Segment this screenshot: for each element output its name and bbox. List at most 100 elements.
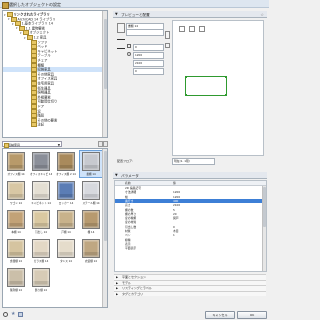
object-thumbnail: [82, 239, 100, 258]
preview-header-title: プレビューと配置: [121, 12, 150, 17]
star-icon[interactable]: ☆: [260, 12, 264, 17]
parameter-name: 平面表示: [125, 246, 137, 251]
gallery-item[interactable]: 陳列棚 14: [5, 267, 27, 293]
link-toggle-icon[interactable]: [165, 31, 170, 39]
app-icon: [2, 1, 9, 9]
list-view-icon[interactable]: [103, 140, 108, 147]
gallery-item-label: オフィス棚 14: [7, 172, 25, 176]
gallery-item-label: 本棚 14: [11, 230, 21, 234]
gallery-item[interactable]: 引出し 14: [30, 209, 52, 235]
rotation-icon: [127, 52, 131, 56]
gallery-item-label: オフィス棚 2 14: [56, 172, 76, 176]
gallery-item-label: ガラス棚 14: [33, 259, 49, 263]
col-value-header: 値: [173, 181, 176, 185]
preview-mode-icon[interactable]: [179, 26, 185, 32]
gallery-item-label: スチール棚 14: [82, 201, 100, 205]
gallery-item-label: タンス 14: [60, 259, 72, 263]
cancel-button[interactable]: キャンセル: [205, 311, 235, 319]
window-title: 選択したオブジェクトの設定: [9, 1, 61, 7]
tree-scroll-thumb[interactable]: [103, 19, 107, 89]
gallery-item[interactable]: 飾り棚 14: [30, 267, 52, 293]
object-thumbnail: [57, 152, 75, 171]
plan-mode-icon[interactable]: [189, 26, 195, 32]
library-tree-panel[interactable]: ▾ リンクされたライブラリ ▾ ArchiCAD 14 ライブラリ ▾ 1.基本ライブラリ…: [2, 10, 108, 138]
gallery-item[interactable]: オフィス棚 14: [5, 151, 27, 177]
col-name-header: 名前: [125, 181, 131, 185]
preview-options-row: [179, 26, 239, 32]
gallery-item[interactable]: ロッカー 14: [55, 180, 77, 206]
gallery-item-label: 書棚 14: [86, 172, 96, 176]
gallery-item-label: 戸棚 14: [61, 230, 71, 234]
parameter-rows[interactable]: 2D 編集記号 寸法詳細 1200 幅 1200 奥行き 400 高さ 2100 棚の数 5 棚の厚さ…: [115, 186, 262, 271]
object-thumbnail: [32, 210, 50, 229]
object-thumbnail: [32, 268, 50, 287]
preview-area: 書棚 14 0 1200 2100 0 配置フロア: 現在(1. 1階): [114, 19, 267, 169]
object-thumbnail: [7, 210, 25, 229]
object-thumbnail: [57, 210, 75, 229]
parameters-section-header[interactable]: ▼ パラメータ: [113, 172, 267, 179]
magnifier-icon[interactable]: [3, 311, 8, 317]
gallery-item[interactable]: ワゴン 14: [5, 180, 27, 206]
gallery-grid[interactable]: オフィス棚 14 オフィスキャビ 14 オフィス棚 2 14 書棚 14 ワゴン 14 キ…: [3, 149, 102, 307]
tree-item[interactable]: 注記: [3, 122, 102, 128]
collapsed-section[interactable]: ▶ タグとカテゴリ: [114, 290, 266, 296]
mirror-toggle-icon[interactable]: [165, 43, 170, 48]
anchor-icon[interactable]: [117, 36, 125, 42]
object-preview-icon: [117, 23, 125, 33]
flip-icon[interactable]: [117, 43, 125, 49]
params-scrollbar[interactable]: [261, 186, 266, 271]
3d-mode-icon[interactable]: [199, 26, 205, 32]
ok-button[interactable]: OK: [237, 311, 267, 319]
gallery-scrollbar[interactable]: [102, 149, 107, 307]
gallery-item-label: ワゴン 14: [10, 201, 22, 205]
floor-select[interactable]: 現在(1. 1階): [172, 158, 215, 165]
gallery-item[interactable]: 棚 14: [80, 209, 102, 235]
parameters-header-title: パラメータ: [121, 173, 139, 178]
gallery-item[interactable]: タンス 14: [55, 238, 77, 264]
object-gallery[interactable]: オフィス棚 14 オフィスキャビ 14 オフィス棚 2 14 書棚 14 ワゴン 14 キ…: [2, 148, 108, 308]
folder-select[interactable]: 収納家具 ▼: [2, 140, 62, 148]
manager-icon[interactable]: [18, 311, 23, 317]
plan-preview-canvas: [172, 20, 264, 156]
bottom-left-tools: ★: [3, 311, 33, 318]
parameter-row[interactable]: 平面表示: [115, 246, 262, 250]
object-thumbnail: [7, 152, 25, 171]
gallery-item-label: 引出し 14: [35, 230, 47, 234]
gallery-item[interactable]: 本棚 14: [5, 209, 27, 235]
folder-icon: [3, 143, 9, 148]
value-field-2-text: 1200: [135, 53, 143, 57]
gallery-item[interactable]: 戸棚 14: [55, 209, 77, 235]
value-field-3-text: 2100: [135, 61, 143, 65]
gallery-item[interactable]: オフィス棚 2 14: [55, 151, 77, 177]
tree-item-label: 注記: [37, 122, 45, 127]
params-scroll-thumb[interactable]: [263, 187, 266, 227]
gallery-item[interactable]: ガラス棚 14: [30, 238, 52, 264]
value-field-4-text: 0: [135, 69, 137, 73]
gallery-item-label: 食器棚 14: [10, 259, 22, 263]
value-field-3[interactable]: 2100: [133, 60, 164, 67]
gallery-item[interactable]: 書棚 14: [79, 150, 102, 178]
gallery-item-label: 棚 14: [87, 230, 95, 234]
gallery-item[interactable]: オフィスキャビ 14: [30, 151, 52, 177]
floor-label: 配置フロア:: [117, 159, 134, 163]
object-thumbnail: [82, 181, 100, 200]
gallery-scroll-thumb[interactable]: [103, 151, 107, 241]
object-thumbnail: [7, 239, 25, 258]
gallery-item[interactable]: スチール棚 14: [80, 180, 102, 206]
value-field-2[interactable]: 1200: [133, 52, 164, 59]
parameters-table[interactable]: 名前 値 2D 編集記号 寸法詳細 1200 幅 1200 奥行き 400 高さ 2100 棚の数…: [114, 180, 267, 272]
preview-section-header[interactable]: ▼ プレビューと配置 ☆: [113, 11, 267, 18]
value-field-1[interactable]: 0: [133, 44, 164, 51]
value-field-4[interactable]: 0: [133, 68, 164, 75]
gallery-item[interactable]: 食器棚 14: [5, 238, 27, 264]
gallery-item[interactable]: キャビネット 14: [30, 180, 52, 206]
gallery-item[interactable]: 衣装棚 14: [80, 238, 102, 264]
favorites-icon[interactable]: ★: [11, 311, 15, 317]
library-tree[interactable]: ▾ リンクされたライブラリ ▾ ArchiCAD 14 ライブラリ ▾ 1.基本ライブラリ…: [3, 12, 102, 137]
tree-scrollbar[interactable]: [102, 11, 107, 137]
parameters-header-row: 名前 値: [115, 181, 266, 186]
gallery-item-label: ロッカー 14: [58, 201, 74, 205]
unit-select[interactable]: [126, 29, 164, 36]
object-thumbnail: [7, 268, 25, 287]
gallery-toolbar: 収納家具 ▼: [2, 140, 108, 148]
